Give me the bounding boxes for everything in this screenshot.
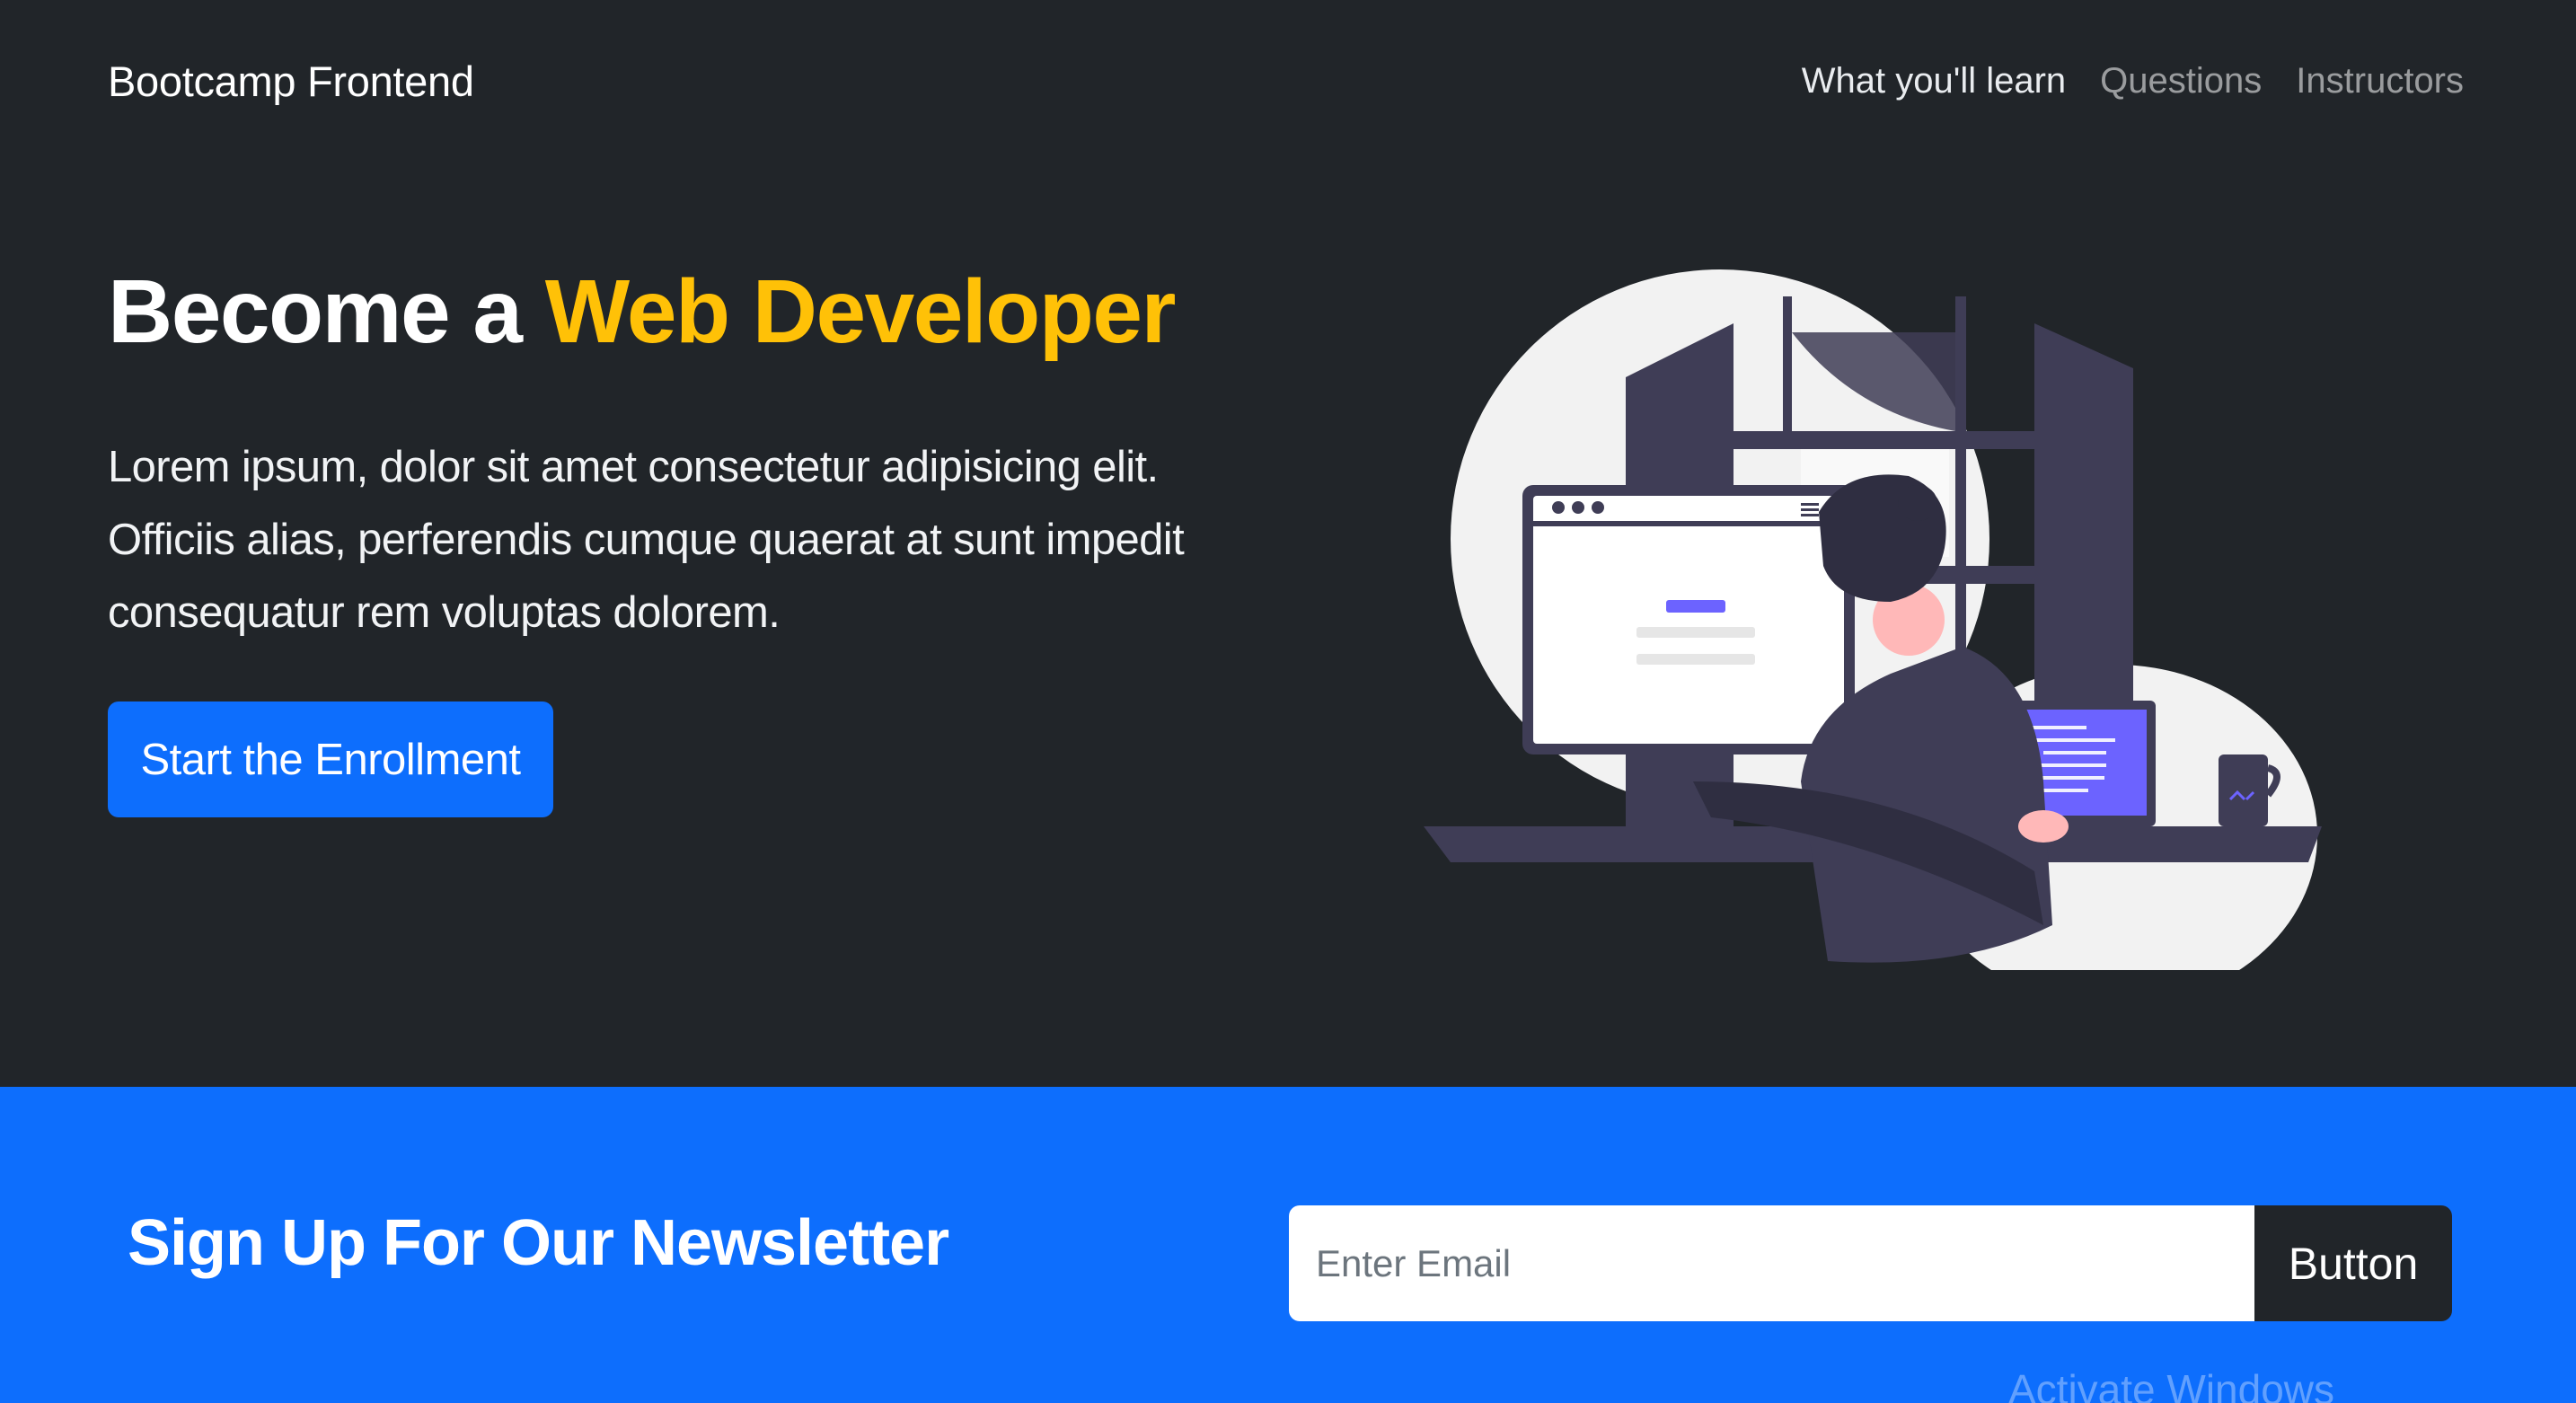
window-dot: [1572, 501, 1584, 514]
navbar-brand[interactable]: Bootcamp Frontend: [108, 57, 474, 106]
window-dot: [1552, 501, 1565, 514]
window-dot: [1592, 501, 1604, 514]
hero-section: Become a Web Developer Lorem ipsum, dolo…: [0, 162, 2576, 1087]
activate-windows-watermark: Activate Windows: [2008, 1366, 2335, 1403]
hero-title-accent: Web Developer: [544, 261, 1177, 362]
monitor-screen: [1533, 496, 1844, 744]
screen-accent-bar: [1666, 600, 1725, 613]
menu-icon: [1801, 503, 1819, 506]
nav-link-instructors[interactable]: Instructors: [2296, 61, 2464, 101]
navbar: Bootcamp Frontend What you'll learn Ques…: [0, 0, 2576, 162]
email-input[interactable]: [1289, 1205, 2254, 1321]
code-line: [2034, 763, 2106, 767]
newsletter-section: Sign Up For Our Newsletter Button Activa…: [0, 1087, 2576, 1403]
screen-text-line: [1636, 654, 1755, 665]
coffee-mug: [2219, 754, 2268, 826]
newsletter-title: Sign Up For Our Newsletter: [128, 1207, 949, 1279]
monitor-toolbar: [1533, 521, 1844, 526]
menu-icon: [1801, 514, 1819, 516]
window-frame: [1955, 296, 1966, 701]
newsletter-submit-button[interactable]: Button: [2254, 1205, 2452, 1321]
nav-link-questions[interactable]: Questions: [2100, 61, 2262, 101]
hero-title-prefix: Become a: [108, 261, 545, 362]
code-line: [2034, 738, 2115, 742]
code-line: [2043, 751, 2106, 754]
window-frame: [1783, 296, 1792, 449]
hero-description: Lorem ipsum, dolor sit amet consectetur …: [108, 443, 1185, 637]
nav-link-what-youll-learn[interactable]: What you'll learn: [1802, 61, 2066, 101]
window-frame: [2034, 323, 2133, 710]
person-hair-bun: [1898, 485, 1937, 521]
email-input-group: Button: [1289, 1205, 2452, 1321]
window-frame: [1734, 431, 2034, 449]
hero-title: Become a Web Developer: [108, 260, 1177, 364]
monitor-stand: [1648, 754, 1702, 826]
person-hand: [2018, 810, 2069, 843]
start-enrollment-button[interactable]: Start the Enrollment: [108, 702, 553, 817]
screen-text-line: [1636, 627, 1755, 638]
nav-links: What you'll learn Questions Instructors: [1802, 61, 2464, 101]
menu-icon: [1801, 508, 1819, 511]
page: Bootcamp Frontend What you'll learn Ques…: [0, 0, 2576, 1403]
developer-at-desk-illustration: [1424, 269, 2322, 970]
